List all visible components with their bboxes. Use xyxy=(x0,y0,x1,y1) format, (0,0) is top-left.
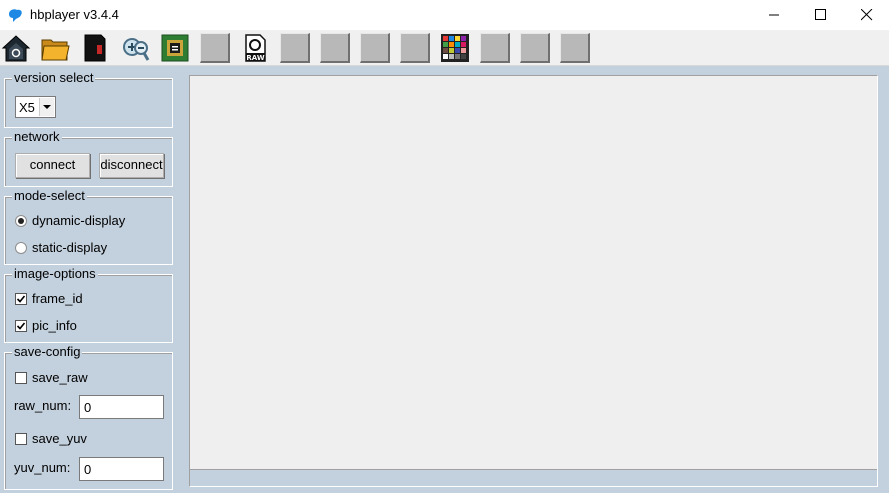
version-select-group: version select X5 xyxy=(4,70,173,128)
toolbar-button-13[interactable] xyxy=(480,33,510,63)
version-combobox[interactable]: X5 xyxy=(15,96,56,118)
save-config-title: save-config xyxy=(12,344,83,360)
checkbox-unchecked[interactable] xyxy=(15,433,27,445)
window-title: hbplayer v3.4.4 xyxy=(30,7,119,22)
zoom-icon xyxy=(123,38,150,61)
app-logo-icon xyxy=(9,9,22,22)
dynamic-display-label: dynamic-display xyxy=(32,213,126,228)
network-group: network connect disconnect xyxy=(4,129,173,187)
disconnect-button[interactable]: disconnect xyxy=(99,153,164,178)
image-display-area[interactable] xyxy=(189,75,878,487)
close-button[interactable] xyxy=(844,0,889,30)
mode-select-title: mode-select xyxy=(12,188,87,204)
toolbar-button-10[interactable] xyxy=(360,33,390,63)
chip-icon xyxy=(161,34,189,62)
color-checker-button[interactable] xyxy=(440,33,470,63)
save-file-button[interactable] xyxy=(80,33,110,63)
maximize-icon xyxy=(815,9,826,20)
open-folder-button[interactable] xyxy=(40,33,70,63)
connect-button[interactable]: connect xyxy=(15,153,90,178)
toolbar-button-9[interactable] xyxy=(320,33,350,63)
pic-info-label: pic_info xyxy=(32,318,77,333)
folder-open-icon xyxy=(41,39,70,61)
zoom-button[interactable] xyxy=(120,33,150,63)
save-raw-label: save_raw xyxy=(32,370,88,385)
checkbox-unchecked[interactable] xyxy=(15,372,27,384)
radio-unselected[interactable] xyxy=(15,242,27,254)
raw-file-icon: RAW xyxy=(245,34,266,62)
save-config-group: save-config save_raw raw_num: 0 save_yuv… xyxy=(4,344,173,490)
file-save-icon xyxy=(84,34,106,62)
minimize-icon xyxy=(769,14,779,16)
toolbar-button-6[interactable] xyxy=(200,33,230,63)
image-options-title: image-options xyxy=(12,266,98,282)
radio-selected[interactable] xyxy=(15,215,27,227)
raw-label: RAW xyxy=(246,54,264,62)
checkbox-checked[interactable] xyxy=(15,320,27,332)
yuv-num-input[interactable]: 0 xyxy=(79,457,164,481)
toolbar-button-14[interactable] xyxy=(520,33,550,63)
horizontal-scrollbar[interactable] xyxy=(190,469,877,486)
version-select-title: version select xyxy=(12,70,96,86)
raw-num-label: raw_num: xyxy=(14,398,72,413)
title-bar: hbplayer v3.4.4 xyxy=(0,0,889,30)
chip-button[interactable] xyxy=(160,33,190,63)
toolbar: RAW xyxy=(0,30,889,66)
home-button[interactable] xyxy=(1,33,31,63)
toolbar-button-8[interactable] xyxy=(280,33,310,63)
raw-file-button[interactable]: RAW xyxy=(240,33,270,63)
image-options-group: image-options frame_id pic_info xyxy=(4,266,173,343)
maximize-button[interactable] xyxy=(798,0,844,30)
color-checker-icon xyxy=(441,34,469,62)
raw-num-input[interactable]: 0 xyxy=(79,395,164,419)
version-value: X5 xyxy=(19,100,35,115)
save-yuv-label: save_yuv xyxy=(32,431,87,446)
checkmark-icon xyxy=(16,295,26,303)
toolbar-button-11[interactable] xyxy=(400,33,430,63)
yuv-num-label: yuv_num: xyxy=(14,460,71,475)
toolbar-button-15[interactable] xyxy=(560,33,590,63)
static-display-label: static-display xyxy=(32,240,108,255)
frame-id-label: frame_id xyxy=(32,291,83,306)
chevron-down-icon xyxy=(43,105,51,109)
network-title: network xyxy=(12,129,62,145)
checkmark-icon xyxy=(16,322,26,330)
combo-dropdown-button[interactable] xyxy=(39,98,54,116)
home-icon xyxy=(1,35,31,62)
mode-select-group: mode-select dynamic-display static-displ… xyxy=(4,188,173,265)
close-icon xyxy=(861,9,873,21)
checkbox-checked[interactable] xyxy=(15,293,27,305)
minimize-button[interactable] xyxy=(752,0,798,30)
